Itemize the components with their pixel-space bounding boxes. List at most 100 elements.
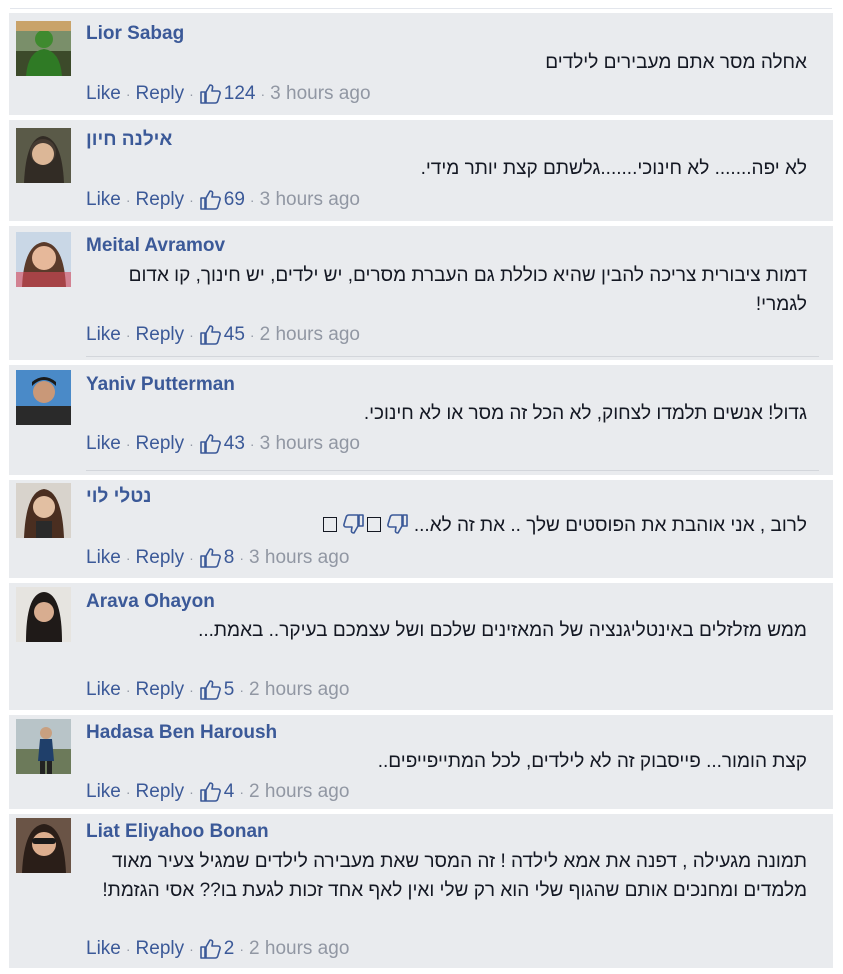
thumbs-down-icon: [386, 514, 408, 534]
comment-actions: Like · Reply · 69 · 3 hours ago: [86, 189, 360, 211]
timestamp[interactable]: 3 hours ago: [249, 547, 349, 569]
thumbs-up-icon[interactable]: [199, 83, 221, 105]
timestamp[interactable]: 3 hours ago: [260, 433, 360, 455]
commenter-name[interactable]: Liat Eliyahoo Bonan: [86, 821, 269, 843]
like-link[interactable]: Like: [86, 324, 121, 346]
like-link[interactable]: Like: [86, 83, 121, 105]
like-count[interactable]: 69: [224, 189, 245, 211]
separator: ·: [260, 86, 266, 102]
reply-link[interactable]: Reply: [136, 679, 185, 701]
commenter-name[interactable]: נטלי לוי: [86, 486, 151, 508]
comment-actions: Like · Reply · 45 · 2 hours ago: [86, 324, 360, 346]
avatar[interactable]: [16, 21, 71, 76]
separator: ·: [125, 436, 131, 452]
comment-text-body: לרוב , אני אוהבת את הפוסטים שלך .. את זה…: [413, 515, 807, 536]
avatar[interactable]: [16, 232, 71, 287]
separator: ·: [239, 784, 245, 800]
reply-link[interactable]: Reply: [136, 781, 185, 803]
commenter-name[interactable]: Arava Ohayon: [86, 591, 215, 613]
thumbs-up-icon[interactable]: [199, 679, 221, 701]
separator: ·: [189, 327, 194, 343]
like-count[interactable]: 8: [224, 547, 235, 569]
comment: Arava Ohayon ממש מזלזלים באינטליגנציה של…: [9, 583, 833, 710]
reply-link[interactable]: Reply: [136, 938, 185, 960]
separator: ·: [239, 550, 245, 566]
thumbs-up-icon[interactable]: [199, 189, 221, 211]
thumbs-up-icon[interactable]: [199, 938, 221, 960]
separator: ·: [189, 682, 194, 698]
missing-glyph-box: [322, 517, 337, 532]
comment: Meital Avramov דמות ציבורית צריכה להבין …: [9, 226, 833, 360]
like-count[interactable]: 4: [224, 781, 235, 803]
timestamp[interactable]: 2 hours ago: [249, 938, 349, 960]
reply-link[interactable]: Reply: [136, 189, 185, 211]
reply-link[interactable]: Reply: [136, 433, 185, 455]
timestamp[interactable]: 3 hours ago: [270, 83, 370, 105]
like-count[interactable]: 124: [224, 83, 256, 105]
separator: ·: [189, 436, 194, 452]
like-link[interactable]: Like: [86, 547, 121, 569]
comment-actions: Like · Reply · 5 · 2 hours ago: [86, 679, 349, 701]
like-link[interactable]: Like: [86, 938, 121, 960]
timestamp[interactable]: 2 hours ago: [249, 781, 349, 803]
separator: ·: [249, 192, 255, 208]
timestamp[interactable]: 3 hours ago: [260, 189, 360, 211]
like-count[interactable]: 45: [224, 324, 245, 346]
separator: ·: [239, 941, 245, 957]
separator: ·: [249, 436, 255, 452]
like-link[interactable]: Like: [86, 679, 121, 701]
commenter-name[interactable]: Lior Sabag: [86, 23, 184, 45]
avatar[interactable]: [16, 818, 71, 873]
like-count[interactable]: 2: [224, 938, 235, 960]
avatar[interactable]: [16, 483, 71, 538]
like-link[interactable]: Like: [86, 433, 121, 455]
comment-text: לרוב , אני אוהבת את הפוסטים שלך .. את זה…: [86, 511, 807, 540]
avatar-image: [16, 587, 71, 642]
avatar-image: [16, 370, 71, 425]
commenter-name[interactable]: Meital Avramov: [86, 235, 225, 257]
avatar[interactable]: [16, 370, 71, 425]
separator: ·: [189, 86, 194, 102]
thumbs-up-icon[interactable]: [199, 433, 221, 455]
comment: נטלי לוי לרוב , אני אוהבת את הפוסטים שלך…: [9, 480, 833, 578]
like-link[interactable]: Like: [86, 189, 121, 211]
comment: Lior Sabag אחלה מסר אתם מעבירים לילדים L…: [9, 13, 833, 115]
commenter-name[interactable]: אילנה חיון: [86, 129, 172, 151]
thumbs-up-icon[interactable]: [199, 547, 221, 569]
thumbs-down-icon: [342, 514, 364, 534]
separator: ·: [239, 682, 245, 698]
avatar[interactable]: [16, 587, 71, 642]
separator: ·: [125, 941, 131, 957]
avatar-image: [16, 232, 71, 287]
separator: ·: [125, 327, 131, 343]
separator: ·: [125, 192, 131, 208]
separator: ·: [249, 327, 255, 343]
avatar[interactable]: [16, 128, 71, 183]
missing-glyph-box: [366, 517, 381, 532]
like-count[interactable]: 43: [224, 433, 245, 455]
reply-link[interactable]: Reply: [136, 324, 185, 346]
top-divider: [10, 8, 832, 9]
separator: ·: [125, 682, 131, 698]
commenter-name[interactable]: Yaniv Putterman: [86, 374, 235, 396]
timestamp[interactable]: 2 hours ago: [249, 679, 349, 701]
comment: Liat Eliyahoo Bonan תמונה מגעילה , דפנה …: [9, 814, 833, 968]
like-link[interactable]: Like: [86, 781, 121, 803]
reply-link[interactable]: Reply: [136, 83, 185, 105]
thumbs-up-icon[interactable]: [199, 324, 221, 346]
comment-text: קצת הומור... פייסבוק זה לא לילדים, לכל ה…: [377, 751, 807, 772]
like-count[interactable]: 5: [224, 679, 235, 701]
comment-actions: Like · Reply · 124 · 3 hours ago: [86, 83, 371, 105]
comment-text: ממש מזלזלים באינטליגנציה של המאזינים שלכ…: [198, 620, 807, 641]
divider: [86, 356, 819, 357]
commenter-name[interactable]: Hadasa Ben Haroush: [86, 722, 277, 744]
avatar-image: [16, 818, 71, 873]
avatar[interactable]: [16, 719, 71, 774]
comment-text: אחלה מסר אתם מעבירים לילדים: [545, 52, 807, 73]
separator: ·: [125, 86, 131, 102]
timestamp[interactable]: 2 hours ago: [260, 324, 360, 346]
reply-link[interactable]: Reply: [136, 547, 185, 569]
thumbs-up-icon[interactable]: [199, 781, 221, 803]
comment-text: גדול! אנשים תלמדו לצחוק, לא הכל זה מסר א…: [363, 403, 807, 424]
comment-actions: Like · Reply · 43 · 3 hours ago: [86, 433, 360, 455]
